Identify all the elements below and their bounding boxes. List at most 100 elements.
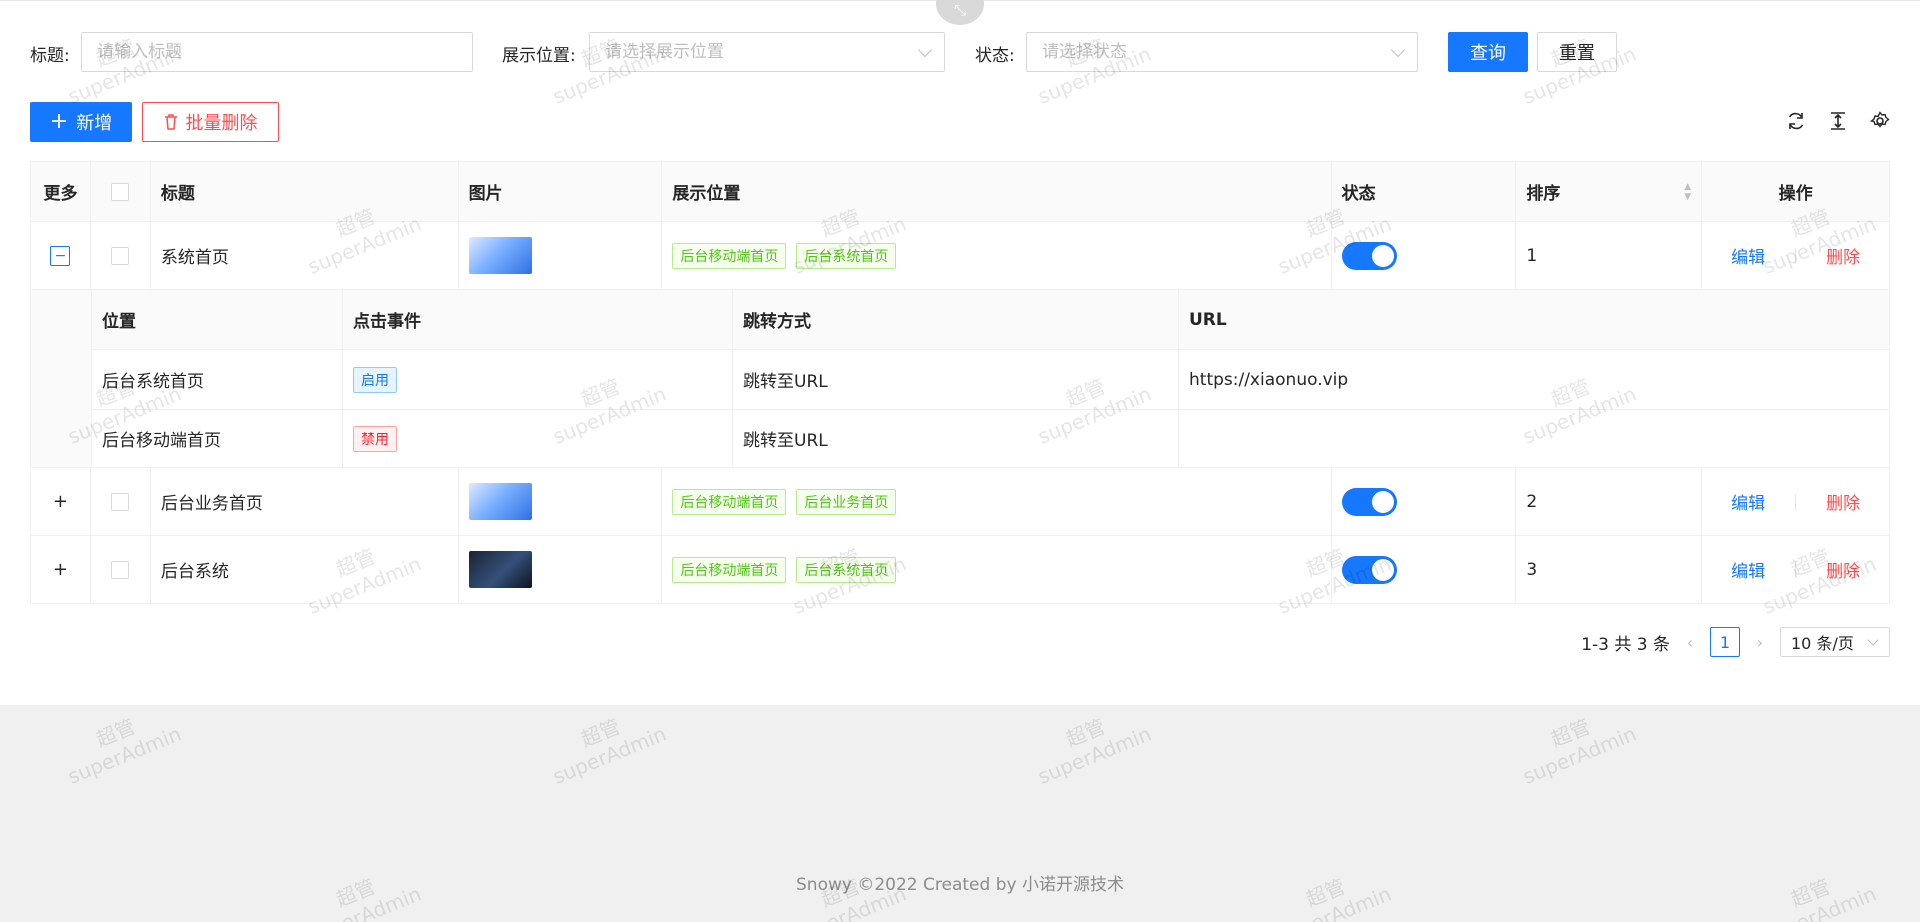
position-tag: 后台移动端首页 bbox=[672, 556, 787, 583]
status-label: 状态: bbox=[975, 46, 1015, 66]
add-button-label: 新增 bbox=[76, 113, 113, 134]
watermark: 超管superAdmin bbox=[549, 714, 670, 789]
plus-icon: + bbox=[49, 109, 69, 134]
status-select[interactable]: 请选择状态 bbox=[1026, 32, 1418, 72]
trash-icon bbox=[164, 114, 177, 130]
sub-table-header: 位置 点击事件 跳转方式 URL bbox=[92, 290, 1889, 350]
row-checkbox[interactable] bbox=[111, 492, 130, 511]
table-row: − 系统首页 后台移动端首页 后台系统首页 1 编辑 删除 bbox=[31, 222, 1889, 290]
page-number[interactable]: 1 bbox=[1710, 627, 1740, 657]
page-size-value: 10 条/页 bbox=[1791, 634, 1854, 653]
watermark: 超管superAdmin bbox=[64, 714, 185, 789]
position-tag: 后台移动端首页 bbox=[672, 488, 787, 515]
row-title: 系统首页 bbox=[151, 222, 459, 289]
sort-icon[interactable]: ▲ ▼ bbox=[1684, 182, 1691, 201]
prev-page-icon[interactable]: ‹ bbox=[1680, 633, 1700, 652]
edit-link[interactable]: 编辑 bbox=[1731, 243, 1765, 268]
footer: Snowy ©2022 Created by 小诺开源技术 bbox=[796, 875, 1124, 895]
header-actions: 操作 bbox=[1778, 184, 1813, 204]
chevron-down-icon bbox=[1867, 634, 1879, 646]
divider bbox=[1795, 247, 1797, 264]
edit-link[interactable]: 编辑 bbox=[1731, 557, 1765, 582]
position-tag: 后台系统首页 bbox=[796, 242, 897, 269]
sub-header-url: URL bbox=[1189, 309, 1227, 330]
position-tag: 后台移动端首页 bbox=[672, 242, 787, 269]
sub-header-click-event: 点击事件 bbox=[343, 290, 733, 349]
collapse-row-icon[interactable]: − bbox=[50, 245, 71, 266]
header-sort-label: 排序 bbox=[1526, 184, 1561, 204]
batch-delete-button[interactable]: 批量删除 bbox=[142, 102, 279, 142]
batch-delete-label: 批量删除 bbox=[185, 113, 258, 134]
header-select-all bbox=[91, 162, 151, 221]
table-row: + 后台业务首页 后台移动端首页 后台业务首页 2 编辑 删除 bbox=[31, 468, 1889, 536]
search-form: 标题: 请输入标题 展示位置: 请选择展示位置 状态: 请选择状态 查询 重置 bbox=[30, 32, 1890, 72]
sub-table: 位置 点击事件 跳转方式 URL 后台系统首页 启用 跳转至URL https:… bbox=[91, 290, 1889, 467]
delete-link[interactable]: 删除 bbox=[1826, 243, 1860, 268]
header-position: 展示位置 bbox=[662, 162, 1332, 221]
sub-position: 后台系统首页 bbox=[92, 350, 343, 409]
row-title: 后台系统 bbox=[151, 536, 459, 603]
sub-position: 后台移动端首页 bbox=[92, 410, 343, 467]
add-button[interactable]: + 新增 bbox=[30, 102, 132, 142]
setting-icon[interactable] bbox=[1868, 109, 1892, 133]
next-page-icon[interactable]: › bbox=[1750, 633, 1770, 652]
column-height-icon[interactable] bbox=[1826, 109, 1850, 133]
header-title: 标题 bbox=[151, 162, 459, 221]
sub-jump-mode: 跳转至URL bbox=[733, 410, 1179, 467]
table-row: + 后台系统 后台移动端首页 后台系统首页 3 编辑 删除 bbox=[31, 536, 1889, 604]
row-title: 后台业务首页 bbox=[151, 468, 459, 535]
expand-row-icon[interactable]: + bbox=[50, 559, 70, 580]
position-label: 展示位置: bbox=[502, 46, 576, 66]
chevron-down-icon bbox=[1390, 42, 1406, 58]
position-select-placeholder: 请选择展示位置 bbox=[605, 42, 724, 62]
divider bbox=[1795, 561, 1797, 578]
position-tag: 后台业务首页 bbox=[796, 488, 897, 515]
sub-url: https://xiaonuo.vip bbox=[1189, 369, 1349, 390]
divider bbox=[1795, 493, 1797, 510]
refresh-icon[interactable] bbox=[1784, 109, 1808, 133]
edit-link[interactable]: 编辑 bbox=[1731, 489, 1765, 514]
status-switch[interactable] bbox=[1341, 487, 1397, 516]
banner-thumbnail bbox=[468, 237, 532, 274]
reset-button[interactable]: 重置 bbox=[1537, 32, 1617, 72]
title-label: 标题: bbox=[30, 46, 70, 66]
sub-table-row: 后台移动端首页 禁用 跳转至URL bbox=[92, 410, 1889, 467]
delete-link[interactable]: 删除 bbox=[1826, 557, 1860, 582]
collapse-icon: ⤡ bbox=[953, 1, 966, 19]
sub-jump-mode: 跳转至URL bbox=[733, 350, 1179, 409]
row-checkbox[interactable] bbox=[111, 560, 130, 579]
query-button[interactable]: 查询 bbox=[1448, 32, 1528, 72]
watermark: 超管superAdmin bbox=[1034, 714, 1155, 789]
select-all-checkbox[interactable] bbox=[111, 182, 130, 201]
pagination: 1-3 共 3 条 ‹ 1 › 10 条/页 bbox=[1581, 627, 1890, 657]
row-sort: 1 bbox=[1516, 222, 1703, 289]
pagination-summary: 1-3 共 3 条 bbox=[1581, 634, 1670, 655]
status-select-placeholder: 请选择状态 bbox=[1042, 42, 1127, 62]
status-switch[interactable] bbox=[1341, 555, 1397, 584]
banner-thumbnail bbox=[468, 551, 532, 588]
banner-table: 更多 标题 图片 展示位置 状态 排序 ▲ ▼ 操作 − 系统首页 后台移动端首页… bbox=[30, 161, 1890, 604]
sub-header-jump-mode: 跳转方式 bbox=[733, 290, 1179, 349]
banner-thumbnail bbox=[468, 483, 532, 520]
collapse-handle[interactable]: ⤡ bbox=[936, 0, 984, 25]
header-sort[interactable]: 排序 ▲ ▼ bbox=[1516, 162, 1703, 221]
sub-header-position: 位置 bbox=[92, 290, 343, 349]
position-select[interactable]: 请选择展示位置 bbox=[589, 32, 945, 72]
click-event-tag: 禁用 bbox=[353, 425, 397, 452]
title-input[interactable]: 请输入标题 bbox=[81, 32, 473, 72]
table-header: 更多 标题 图片 展示位置 状态 排序 ▲ ▼ 操作 bbox=[31, 162, 1889, 222]
page-size-select[interactable]: 10 条/页 bbox=[1780, 627, 1890, 657]
header-image: 图片 bbox=[459, 162, 663, 221]
delete-link[interactable]: 删除 bbox=[1826, 489, 1860, 514]
expand-row-icon[interactable]: + bbox=[50, 491, 70, 512]
status-switch[interactable] bbox=[1341, 241, 1397, 270]
table-toolbar-icons bbox=[1784, 109, 1892, 133]
sub-url bbox=[1179, 410, 1889, 467]
expanded-row: 位置 点击事件 跳转方式 URL 后台系统首页 启用 跳转至URL https:… bbox=[31, 290, 1889, 468]
row-checkbox[interactable] bbox=[111, 246, 130, 265]
main-card: ⤡ 标题: 请输入标题 展示位置: 请选择展示位置 状态: 请选择状态 查询 重… bbox=[0, 0, 1920, 705]
sub-table-row: 后台系统首页 启用 跳转至URL https://xiaonuo.vip bbox=[92, 350, 1889, 410]
position-tag: 后台系统首页 bbox=[796, 556, 897, 583]
click-event-tag: 启用 bbox=[353, 366, 397, 393]
header-more: 更多 bbox=[31, 162, 91, 221]
